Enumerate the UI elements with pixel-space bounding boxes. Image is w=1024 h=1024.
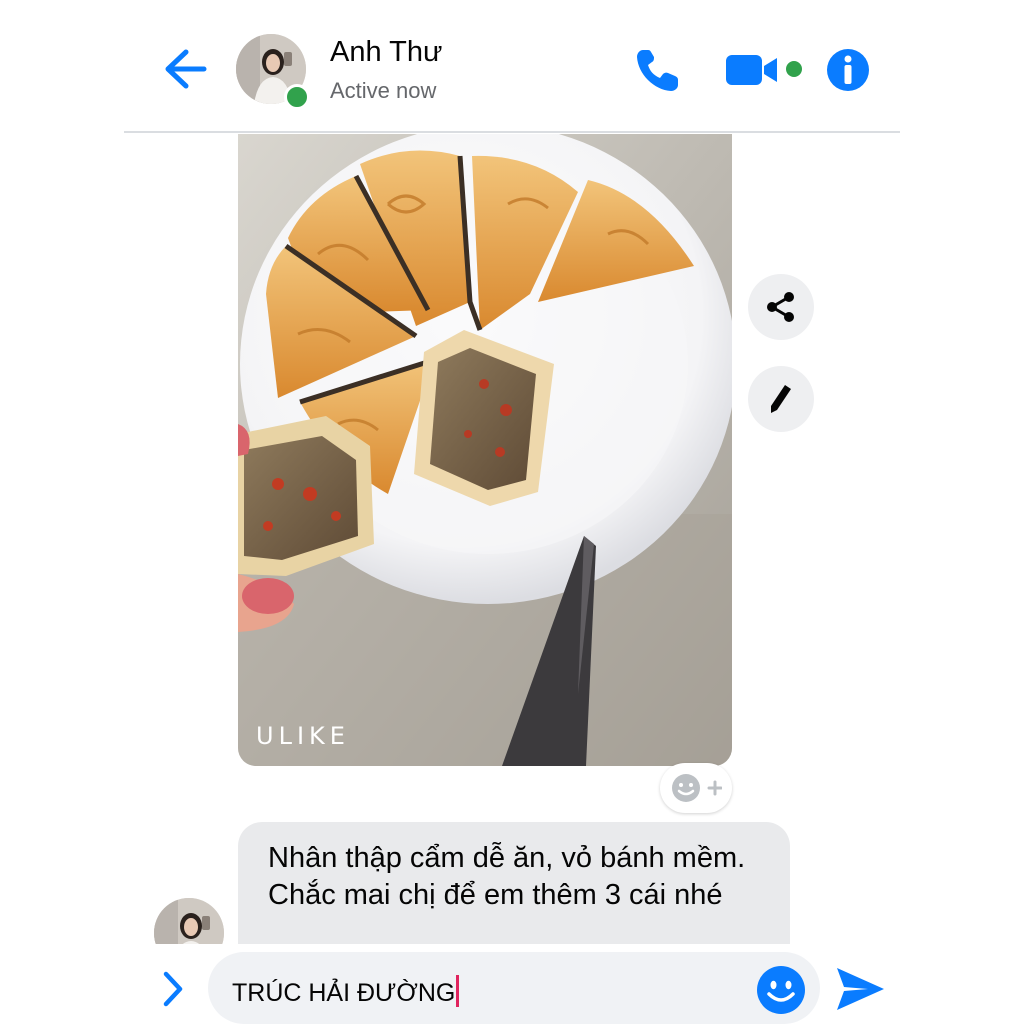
video-active-dot: [786, 61, 802, 77]
text-caret: [456, 975, 460, 1007]
add-reaction-icon: [672, 774, 722, 802]
pencil-icon: [771, 385, 791, 413]
message-photo[interactable]: ULIKE: [238, 134, 732, 766]
phone-icon: [637, 50, 678, 91]
header-divider: [124, 131, 900, 133]
contact-avatar[interactable]: [236, 34, 310, 110]
back-arrow-icon: [165, 49, 207, 89]
video-camera-icon: [726, 55, 777, 85]
mooncake-photo: ULIKE: [238, 134, 732, 766]
sender-avatar[interactable]: [154, 898, 224, 944]
edit-button[interactable]: [748, 366, 814, 432]
send-icon: [837, 968, 884, 1010]
info-button[interactable]: [826, 48, 870, 92]
online-indicator: [284, 84, 310, 110]
photo-watermark: ULIKE: [256, 722, 350, 750]
expand-actions-button[interactable]: [158, 966, 188, 1012]
message-input-value: TRÚC HẢI ĐƯỜNG: [232, 975, 460, 1008]
call-button[interactable]: [632, 44, 684, 96]
message-text: Nhân thập cẩm dễ ăn, vỏ bánh mềm. Chắc m…: [268, 842, 746, 911]
back-button[interactable]: [160, 46, 210, 92]
video-call-button[interactable]: [724, 50, 780, 90]
contact-status: Active now: [330, 78, 437, 103]
add-reaction-button[interactable]: [660, 763, 732, 813]
chevron-right-icon: [163, 971, 183, 1007]
contact-name[interactable]: Anh Thư: [330, 36, 442, 69]
share-icon: [767, 292, 794, 322]
emoji-button[interactable]: [756, 965, 806, 1015]
message-input[interactable]: TRÚC HẢI ĐƯỜNG: [208, 952, 820, 1024]
smiley-icon: [757, 966, 805, 1014]
sender-avatar-photo: [154, 898, 224, 944]
send-button[interactable]: [834, 963, 886, 1015]
message-bubble[interactable]: Nhân thập cẩm dễ ăn, vỏ bánh mềm. Chắc m…: [238, 822, 790, 944]
input-text: TRÚC HẢI ĐƯỜNG: [232, 979, 456, 1007]
info-icon: [827, 49, 869, 91]
share-button[interactable]: [748, 274, 814, 340]
